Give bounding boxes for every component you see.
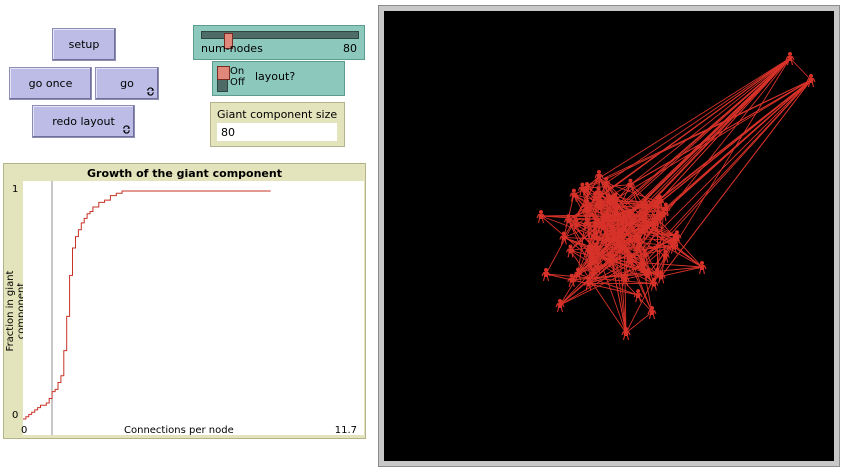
giant-component-monitor: Giant component size 80 — [210, 102, 345, 147]
monitor-label: Giant component size — [217, 108, 338, 121]
plot-svg — [23, 181, 271, 435]
setup-button-label: setup — [68, 38, 100, 51]
person-icon — [647, 306, 657, 320]
redo-layout-button-label: redo layout — [52, 115, 115, 128]
network-link — [629, 79, 812, 262]
person-icon — [649, 277, 659, 291]
switch-on-label: On — [230, 66, 245, 77]
switch-off-label: Off — [230, 77, 245, 88]
forever-arrows-icon — [123, 125, 130, 134]
world-view[interactable] — [384, 11, 834, 461]
person-icon — [565, 244, 575, 258]
network-link — [615, 57, 791, 215]
switch-track[interactable] — [217, 66, 230, 92]
redo-layout-button[interactable]: redo layout — [32, 105, 135, 138]
plot-y-min-label: 0 — [12, 410, 19, 421]
world-view-frame — [378, 5, 840, 467]
network-link — [607, 79, 812, 240]
person-icon — [536, 210, 546, 224]
person-icon — [806, 74, 816, 88]
go-once-button-label: go once — [28, 77, 73, 90]
giant-component-line — [23, 190, 271, 420]
graph-links — [540, 57, 812, 334]
num-nodes-slider[interactable]: num-nodes 80 — [193, 25, 365, 60]
go-button[interactable]: go — [95, 67, 159, 100]
plot-x-axis-label: Connections per node — [124, 425, 234, 436]
slider-value: 80 — [343, 42, 357, 55]
setup-button[interactable]: setup — [52, 28, 116, 61]
person-icon — [697, 261, 707, 275]
plot-x-max-label: 11.7 — [334, 425, 357, 436]
go-once-button[interactable]: go once — [9, 67, 92, 100]
growth-plot: Growth of the giant component Fraction i… — [3, 163, 366, 439]
switch-name: layout? — [255, 70, 296, 83]
plot-y-max-label: 1 — [12, 184, 19, 195]
network-link — [673, 246, 703, 268]
plot-title: Growth of the giant component — [87, 167, 282, 180]
monitor-value: 80 — [217, 123, 337, 141]
network-link — [630, 57, 791, 185]
plot-canvas — [23, 181, 364, 435]
network-link — [611, 79, 812, 202]
switch-knob[interactable] — [217, 66, 230, 80]
slider-track[interactable] — [201, 31, 359, 49]
network-link — [568, 79, 812, 221]
plot-x-min-label: 0 — [21, 425, 28, 436]
network-link — [582, 57, 791, 189]
network-graph — [536, 52, 816, 341]
forever-arrows-icon — [147, 87, 154, 96]
slider-label: num-nodes — [201, 42, 263, 55]
network-link — [625, 311, 653, 334]
person-icon — [541, 268, 551, 282]
layout-switch[interactable]: On Off layout? — [212, 61, 345, 96]
network-link — [789, 57, 812, 81]
go-button-label: go — [120, 77, 134, 90]
